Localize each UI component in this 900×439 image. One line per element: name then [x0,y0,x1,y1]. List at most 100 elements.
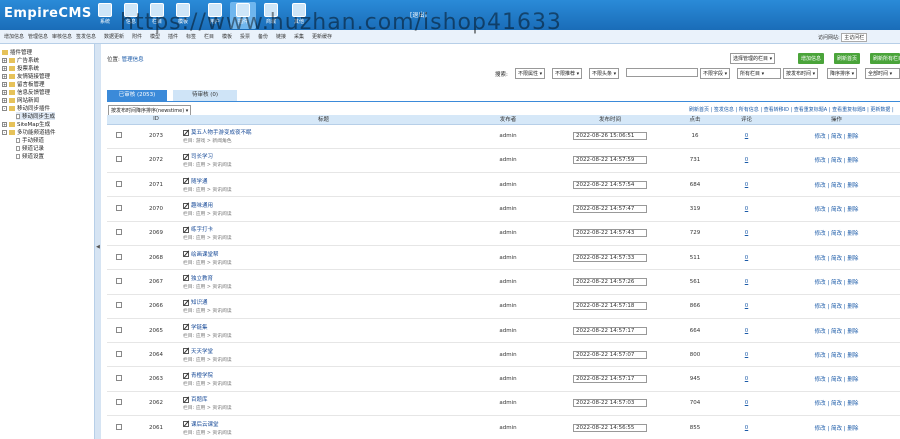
row-checkbox[interactable] [116,375,122,382]
row-comments-link[interactable]: 0 [745,133,749,139]
sidebar-item-manual-channel[interactable]: 手动频道 [16,136,44,144]
sidebar-item-links[interactable]: + 友情链接管理 [2,72,50,80]
expand-icon[interactable]: + [2,66,7,71]
edit-icon[interactable] [183,324,189,331]
row-comments-link[interactable]: 0 [745,206,749,212]
row-comments-link[interactable]: 0 [745,425,749,431]
row-ops-links[interactable]: 修改 | 简改 | 删除 [815,304,859,310]
row-checkbox[interactable] [116,180,122,187]
quick-link[interactable]: 签发信息 [76,33,96,40]
row-title-link[interactable]: 天天学堂 [191,349,213,355]
sidebar-item-mobile-sync-gen[interactable]: 移动同步生成 [16,112,56,120]
row-ops-links[interactable]: 修改 | 简改 | 删除 [815,280,859,286]
row-title-link[interactable]: 随学通 [191,179,208,185]
add-info-button[interactable]: 增加信息 [798,53,825,64]
order-field-select[interactable]: 按发布时间 ▾ [783,68,819,79]
row-time-input[interactable]: 2022-08-22 14:57:43 [573,229,647,238]
row-time-input[interactable]: 2022-08-22 14:57:26 [573,277,647,286]
row-title-link[interactable]: 练字打卡 [191,227,213,233]
search-column-select[interactable]: 所有栏目 ▾ [737,68,781,79]
collapse-icon[interactable]: - [2,130,7,135]
row-time-input[interactable]: 2022-08-22 14:57:47 [573,205,647,214]
breadcrumb-link[interactable]: 管理信息 [122,57,144,63]
row-ops-links[interactable]: 修改 | 简改 | 删除 [815,377,859,383]
row-ops-links[interactable]: 修改 | 简改 | 删除 [815,353,859,359]
top-action-links[interactable]: 刷新首页 | 签发信息 | 所有信息 | 查看转移ID | 查看重复标题A | … [689,106,894,113]
row-time-input[interactable]: 2022-08-22 14:57:17 [573,375,647,384]
search-input[interactable] [626,68,698,77]
edit-icon[interactable] [183,372,189,379]
row-comments-link[interactable]: 0 [745,400,749,406]
sidebar-item-multi-channel[interactable]: - 多功能频道插件 [2,128,56,136]
edit-icon[interactable] [183,396,189,403]
row-title-link[interactable]: 莫五人物手游变成夜不眠 [191,130,252,136]
col-id[interactable]: ID [131,115,181,125]
filter-recommend-select[interactable]: 不限推荐 ▾ [552,68,583,79]
sidebar-item-channel-settings[interactable]: 频道设置 [16,152,44,160]
row-ops-links[interactable]: 修改 | 简改 | 删除 [815,329,859,335]
row-title-link[interactable]: 知识通 [191,300,208,306]
row-time-input[interactable]: 2022-08-22 14:57:33 [573,253,647,262]
sidebar-item-news[interactable]: + 网站新闻 [2,96,39,104]
search-field-select[interactable]: 不限字段 ▾ [700,68,731,79]
expand-icon[interactable]: + [2,122,7,127]
row-checkbox[interactable] [116,156,122,163]
expand-icon[interactable]: + [2,98,7,103]
sidebar-root[interactable]: 插件管理 [2,48,32,56]
expand-icon[interactable]: + [2,90,7,95]
edit-icon[interactable] [183,178,189,185]
sidebar-item-mobile-sync[interactable]: - 移动同步插件 [2,104,50,112]
row-title-link[interactable]: 青橙学院 [191,373,213,379]
edit-icon[interactable] [183,153,189,160]
collapse-arrow-icon[interactable]: ◀ [96,244,100,250]
row-checkbox[interactable] [116,277,122,284]
row-title-link[interactable]: 课后云课堂 [191,422,219,428]
row-time-input[interactable]: 2022-08-22 14:57:54 [573,180,647,189]
col-clicks[interactable]: 点击 [670,115,720,125]
edit-icon[interactable] [183,275,189,282]
expand-icon[interactable]: + [2,58,7,63]
sidebar-item-ads[interactable]: + 广告系统 [2,56,39,64]
row-ops-links[interactable]: 修改 | 简改 | 删除 [815,134,859,140]
row-ops-links[interactable]: 修改 | 简改 | 删除 [815,183,859,189]
row-comments-link[interactable]: 0 [745,255,749,261]
time-range-select[interactable]: 全部时间 ▾ [865,68,900,79]
sidebar-item-channel-log[interactable]: 频道记录 [16,144,44,152]
row-title-link[interactable]: 独立教育 [191,276,213,282]
filter-attr-select[interactable]: 不限属性 ▾ [515,68,546,79]
row-time-input[interactable]: 2022-08-22 14:57:59 [573,156,647,165]
tab-approved[interactable]: 已审核 (2053) [107,90,167,101]
col-time[interactable]: 发布时间 [550,115,670,125]
row-ops-links[interactable]: 修改 | 简改 | 删除 [815,207,859,213]
row-time-input[interactable]: 2022-08-22 14:57:07 [573,350,647,359]
row-time-input[interactable]: 2022-08-22 14:56:55 [573,423,647,432]
row-ops-links[interactable]: 修改 | 简改 | 删除 [815,158,859,164]
column-select[interactable]: 选择管理的栏目 ▾ [730,53,776,64]
quick-link[interactable]: 管理信息 [28,33,48,40]
row-checkbox[interactable] [116,350,122,357]
sidebar-item-sitemap[interactable]: + SiteMap生成 [2,120,50,128]
visit-site-button[interactable]: 主访问栏 [841,33,868,42]
edit-icon[interactable] [183,202,189,209]
row-title-link[interactable]: 趣味通用 [191,203,213,209]
row-checkbox[interactable] [116,253,122,260]
row-ops-links[interactable]: 修改 | 简改 | 删除 [815,401,859,407]
row-comments-link[interactable]: 0 [745,230,749,236]
row-checkbox[interactable] [116,205,122,212]
row-comments-link[interactable]: 0 [745,157,749,163]
row-comments-link[interactable]: 0 [745,279,749,285]
row-time-input[interactable]: 2022-08-22 14:57:17 [573,326,647,335]
row-comments-link[interactable]: 0 [745,182,749,188]
nav-system[interactable]: 系统 [92,2,118,29]
row-checkbox[interactable] [116,302,122,309]
filter-headline-select[interactable]: 不限头条 ▾ [589,68,620,79]
edit-icon[interactable] [183,251,189,258]
row-comments-link[interactable]: 0 [745,376,749,382]
row-checkbox[interactable] [116,423,122,430]
quick-link[interactable]: 审核信息 [52,33,72,40]
row-checkbox[interactable] [116,132,122,139]
sidebar-item-guestbook[interactable]: + 留言板管理 [2,80,45,88]
sidebar-item-feedback[interactable]: + 信息反馈管理 [2,88,50,96]
sidebar-item-vote[interactable]: + 投票系统 [2,64,39,72]
row-title-link[interactable]: 绘画课堂帮 [191,252,219,258]
